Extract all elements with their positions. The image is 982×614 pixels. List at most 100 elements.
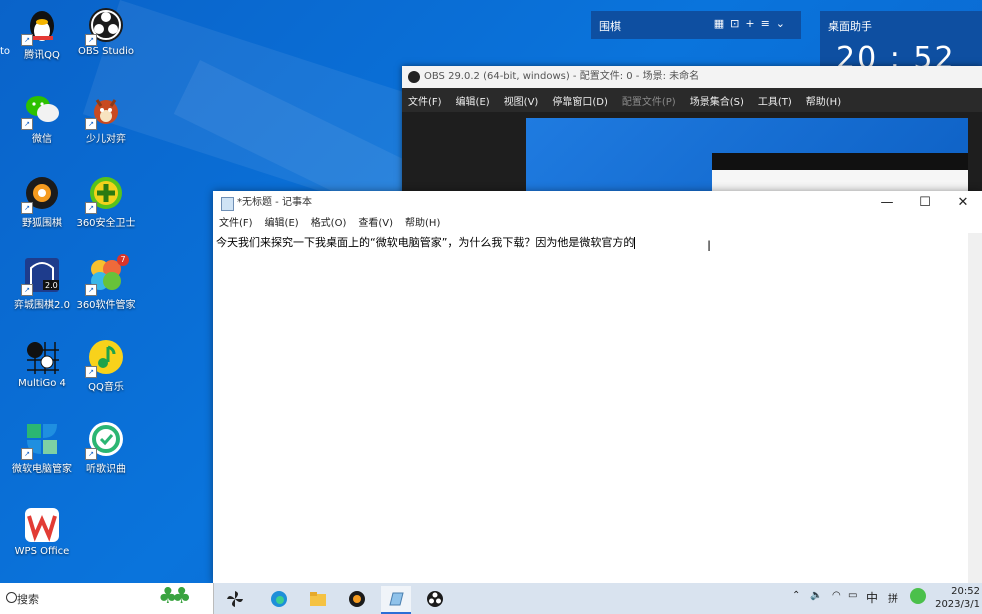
close-button[interactable]: ✕ [944, 191, 982, 215]
shortcut-arrow-icon: ↗ [85, 34, 97, 46]
fox-weiqi-icon [349, 591, 365, 607]
shortcut-arrow-icon: ↗ [85, 284, 97, 296]
shortcut-arrow-icon: ↗ [85, 448, 97, 460]
menu-icon[interactable]: ≡ [761, 17, 776, 30]
notepad-menu-help[interactable]: 帮助(H) [405, 215, 440, 233]
shortcut-arrow-icon: ↗ [21, 448, 33, 460]
desktop-icon-label: 360安全卫士 [76, 218, 136, 229]
obs-menu-profile[interactable]: 配置文件(P) [622, 93, 676, 108]
desktop-icon-tinggeshiqu[interactable]: ↗ 听歌识曲 [66, 420, 146, 475]
taskbar-app-foxwq[interactable] [342, 586, 372, 612]
desktop-icon-label: OBS Studio [78, 46, 134, 57]
shortcut-arrow-icon: ↗ [21, 118, 33, 130]
grid-icon[interactable]: ▦ [714, 17, 730, 30]
wechat-icon: ↗ [21, 90, 61, 130]
taskbar-time: 20:52 [951, 586, 980, 597]
maximize-button[interactable]: ☐ [906, 191, 944, 215]
minimize-button[interactable]: — [868, 191, 906, 215]
notepad-text-area[interactable]: 今天我们来探究一下我桌面上的“微软电脑管家”，为什么我下载？因为他是微软官方的 [213, 233, 968, 583]
notepad-menu-bar: 文件(F) 编辑(E) 格式(O) 查看(V) 帮助(H) [213, 215, 982, 233]
qq-music-icon: ↗ [85, 338, 125, 378]
desktop-icon-shaoer[interactable]: ↗ 少儿对弈 [66, 90, 146, 145]
eweiqi-icon: 2.0 ↗ [21, 256, 61, 296]
obs-menu-tools[interactable]: 工具(T) [758, 93, 792, 108]
obs-menu-scene-collection[interactable]: 场景集合(S) [690, 93, 744, 108]
chevron-up-icon[interactable]: ⌃ [792, 590, 800, 601]
folder-icon [310, 592, 326, 606]
shortcut-arrow-icon: ↗ [85, 202, 97, 214]
desktop-icon-label: 听歌识曲 [86, 464, 126, 475]
taskbar-app-edge[interactable] [264, 586, 294, 612]
shortcut-arrow-icon: ↗ [21, 284, 33, 296]
taskbar-app-obs[interactable] [420, 586, 450, 612]
battery-icon[interactable]: ▭ [848, 590, 857, 601]
obs-menu-docks[interactable]: 停靠窗口(D) [552, 93, 608, 108]
qq-penguin-icon: ↗ [21, 6, 61, 46]
obs-logo-icon: ↗ [85, 6, 125, 46]
obs-menu-bar: 文件(F) 编辑(E) 视图(V) 停靠窗口(D) 配置文件(P) 场景集合(S… [402, 88, 982, 112]
desktop-icon-label: 少儿对弈 [86, 134, 126, 145]
window-controls: — ☐ ✕ [868, 191, 982, 215]
obs-title: OBS 29.0.2 (64-bit, windows) - 配置文件: 0 -… [424, 71, 700, 82]
desktop-icon-wps[interactable]: WPS Office [2, 506, 82, 557]
status-circle-icon[interactable] [910, 588, 926, 604]
obs-title-bar[interactable]: OBS 29.0.2 (64-bit, windows) - 配置文件: 0 -… [402, 66, 982, 88]
taskbar-date: 2023/3/1 [935, 599, 980, 610]
shortcut-arrow-icon: ↗ [85, 118, 97, 130]
obs-preview[interactable] [526, 118, 968, 198]
widget-title: 桌面助手 [828, 20, 872, 33]
obs-menu-edit[interactable]: 编辑(E) [456, 93, 490, 108]
notification-badge: 7 [117, 254, 129, 266]
taskbar-app-notepad[interactable] [381, 586, 411, 614]
obs-window[interactable]: OBS 29.0.2 (64-bit, windows) - 配置文件: 0 -… [402, 66, 982, 198]
desktop-icon-360safe[interactable]: ↗ 360安全卫士 [66, 174, 146, 229]
desktop-icon-qqmusic[interactable]: ↗ QQ音乐 [66, 338, 146, 393]
obs-logo-icon [427, 591, 443, 607]
notepad-icon [221, 197, 234, 211]
weiqi-widget[interactable]: 围棋 ▦⊡+≡⌄ [591, 11, 801, 39]
ibeam-cursor-icon: I [707, 239, 712, 255]
obs-menu-help[interactable]: 帮助(H) [806, 93, 841, 108]
svg-text:2.0: 2.0 [45, 281, 58, 290]
notepad-icon [389, 592, 404, 606]
chevron-down-icon[interactable]: ⌄ [776, 17, 791, 30]
search-placeholder: 搜索 [17, 593, 39, 606]
taskbar-app-pinwheel[interactable] [220, 586, 250, 612]
obs-menu-view[interactable]: 视图(V) [504, 93, 539, 108]
go-board-icon [23, 338, 61, 376]
speaker-icon[interactable]: 🔈 [810, 590, 822, 601]
notepad-menu-view[interactable]: 查看(V) [358, 215, 393, 233]
widget-title: 围棋 [599, 20, 621, 33]
wifi-icon[interactable]: ◠ [832, 590, 841, 601]
taskbar: 搜索 ♣♣ ⌃ 🔈 ◠ ▭ 中 拼 20:52 2023/3/1 [0, 583, 982, 614]
notepad-menu-file[interactable]: 文件(F) [219, 215, 253, 233]
ime-mode-indicator[interactable]: 中 [866, 589, 878, 606]
obs-logo-icon [408, 71, 420, 83]
wps-icon [23, 506, 61, 544]
obs-menu-file[interactable]: 文件(F) [408, 93, 442, 108]
music-recognition-icon: ↗ [85, 420, 125, 460]
desktop-icon-obs[interactable]: ↗ OBS Studio [66, 6, 146, 57]
notepad-title: *无标题 - 记事本 [237, 197, 312, 208]
desktop-icon-label: WPS Office [14, 546, 70, 557]
taskbar-app-explorer[interactable] [303, 586, 333, 612]
notepad-window[interactable]: *无标题 - 记事本 — ☐ ✕ 文件(F) 编辑(E) 格式(O) 查看(V)… [213, 191, 982, 583]
search-icon [6, 592, 17, 603]
taskbar-clock[interactable]: 20:52 2023/3/1 [935, 585, 980, 611]
360-safe-icon: ↗ [85, 174, 125, 214]
notepad-menu-format[interactable]: 格式(O) [311, 215, 347, 233]
notepad-menu-edit[interactable]: 编辑(E) [265, 215, 299, 233]
vertical-scrollbar[interactable] [968, 233, 982, 583]
ime-pinyin-indicator[interactable]: 拼 [888, 590, 898, 605]
shortcut-arrow-icon: ↗ [85, 366, 97, 378]
360-software-icon: ↗ 7 [85, 254, 129, 296]
lock-icon[interactable]: ⊡ [730, 17, 745, 30]
desktop-icon-360soft[interactable]: ↗ 7 360软件管家 [66, 254, 146, 311]
shortcut-arrow-icon: ↗ [21, 34, 33, 46]
plus-icon[interactable]: + [745, 17, 760, 30]
notepad-title-bar[interactable]: *无标题 - 记事本 — ☐ ✕ [213, 191, 982, 215]
edge-browser-icon [271, 591, 287, 607]
taskbar-search-box[interactable]: 搜索 ♣♣ [0, 583, 214, 614]
desktop-icon-label: 360软件管家 [76, 300, 136, 311]
pinwheel-icon [227, 591, 243, 607]
